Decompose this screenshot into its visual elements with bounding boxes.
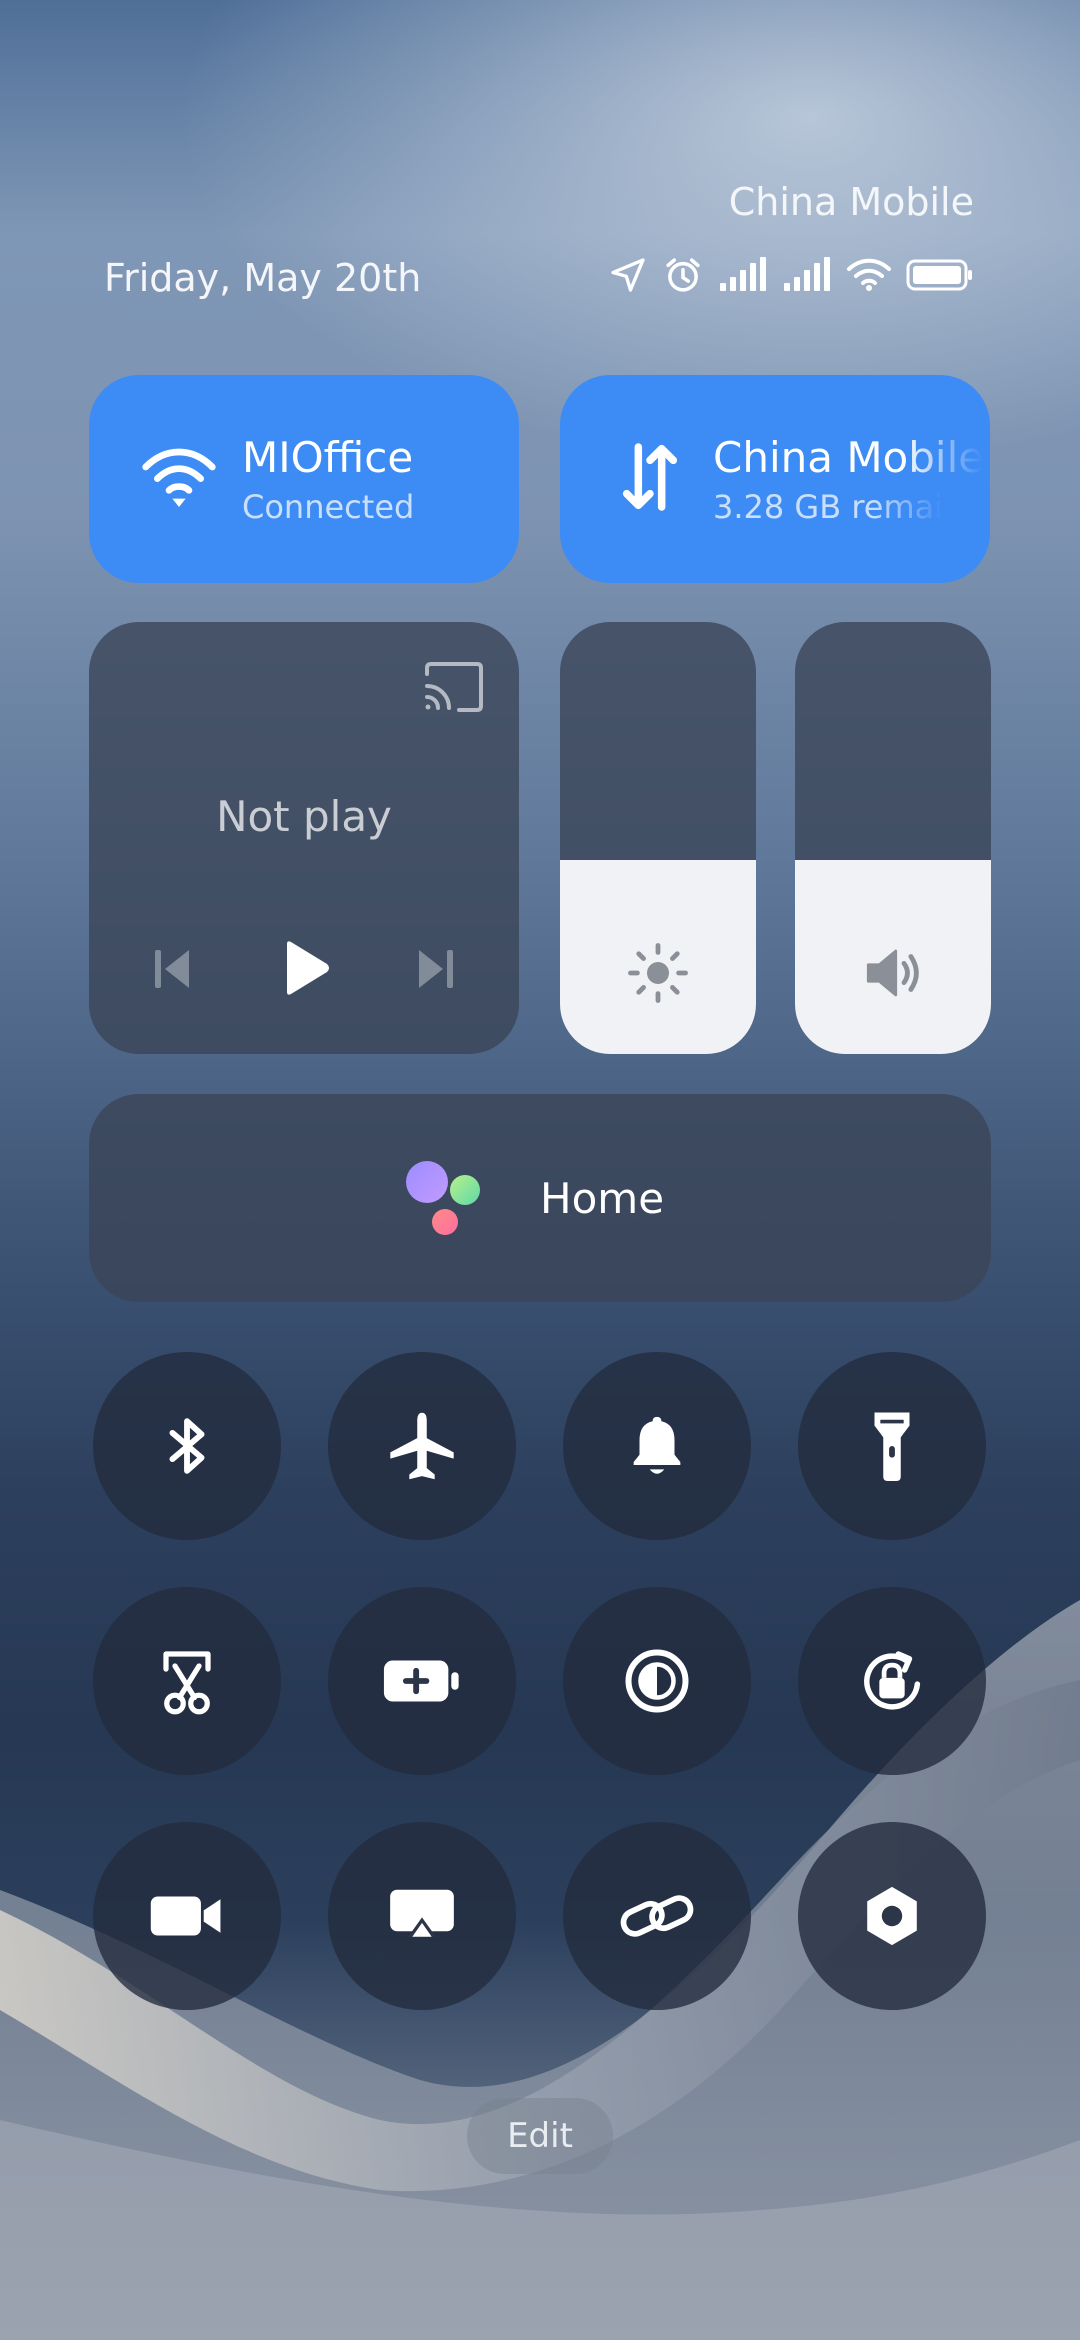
wifi-tile[interactable]: MIOffice Connected xyxy=(89,375,519,583)
screen-record-toggle[interactable] xyxy=(93,1822,281,2010)
battery-saver-toggle[interactable] xyxy=(328,1587,516,1775)
scissors-icon xyxy=(163,1651,211,1715)
link-icon xyxy=(620,1895,694,1937)
battery-icon xyxy=(906,259,972,291)
wifi-icon xyxy=(142,448,216,507)
wifi-network-name: MIOffice xyxy=(242,433,414,482)
bluetooth-icon xyxy=(169,1418,205,1474)
volume-slider[interactable] xyxy=(795,622,991,1054)
brightness-icon xyxy=(628,943,688,1003)
hexagon-icon xyxy=(867,1886,917,1946)
media-player: Not play xyxy=(89,622,519,1054)
edit-button[interactable]: Edit xyxy=(467,2098,613,2174)
airplane-icon xyxy=(390,1412,454,1480)
screen-cast-toggle[interactable] xyxy=(328,1822,516,2010)
carrier-tile-name: China Mobile xyxy=(713,433,983,482)
bell-icon xyxy=(633,1416,681,1474)
media-title: Not play xyxy=(216,792,392,841)
cast-screen-icon xyxy=(390,1889,454,1937)
next-icon[interactable] xyxy=(413,944,457,994)
data-transfer-icon xyxy=(622,443,678,511)
settings-toggle[interactable] xyxy=(798,1822,986,2010)
video-camera-icon xyxy=(150,1896,221,1936)
flashlight-toggle[interactable] xyxy=(798,1352,986,1540)
wifi-status: Connected xyxy=(242,488,415,526)
date-label: Friday, May 20th xyxy=(104,256,422,300)
ringer-toggle[interactable] xyxy=(563,1352,751,1540)
wifi-icon xyxy=(847,258,891,291)
screenshot-toggle[interactable] xyxy=(93,1587,281,1775)
play-icon[interactable] xyxy=(279,938,333,998)
dark-mode-toggle[interactable] xyxy=(563,1587,751,1775)
volume-icon xyxy=(866,949,919,997)
cast-icon[interactable] xyxy=(421,660,485,714)
airplane-toggle[interactable] xyxy=(328,1352,516,1540)
home-label: Home xyxy=(540,1174,665,1223)
link-toggle[interactable] xyxy=(563,1822,751,2010)
assistant-dots-icon xyxy=(406,1161,480,1235)
home-tile[interactable]: Home xyxy=(89,1094,991,1302)
bluetooth-toggle[interactable] xyxy=(93,1352,281,1540)
alarm-icon xyxy=(666,258,700,292)
rotation-lock-toggle[interactable] xyxy=(798,1587,986,1775)
flashlight-icon xyxy=(874,1412,910,1481)
mobile-data-tile[interactable]: China Mobile 3.28 GB remaining xyxy=(560,375,990,583)
battery-plus-icon xyxy=(383,1660,459,1702)
previous-icon[interactable] xyxy=(151,944,195,994)
signal-icon xyxy=(720,257,766,291)
carrier-name: China Mobile xyxy=(728,180,974,224)
signal-icon xyxy=(784,257,830,291)
brightness-slider[interactable] xyxy=(560,622,756,1054)
location-icon xyxy=(611,258,645,292)
contrast-icon xyxy=(625,1649,689,1713)
data-remaining: 3.28 GB remaining xyxy=(713,488,943,526)
rotation-lock-icon xyxy=(864,1651,921,1710)
status-icons xyxy=(608,254,974,296)
